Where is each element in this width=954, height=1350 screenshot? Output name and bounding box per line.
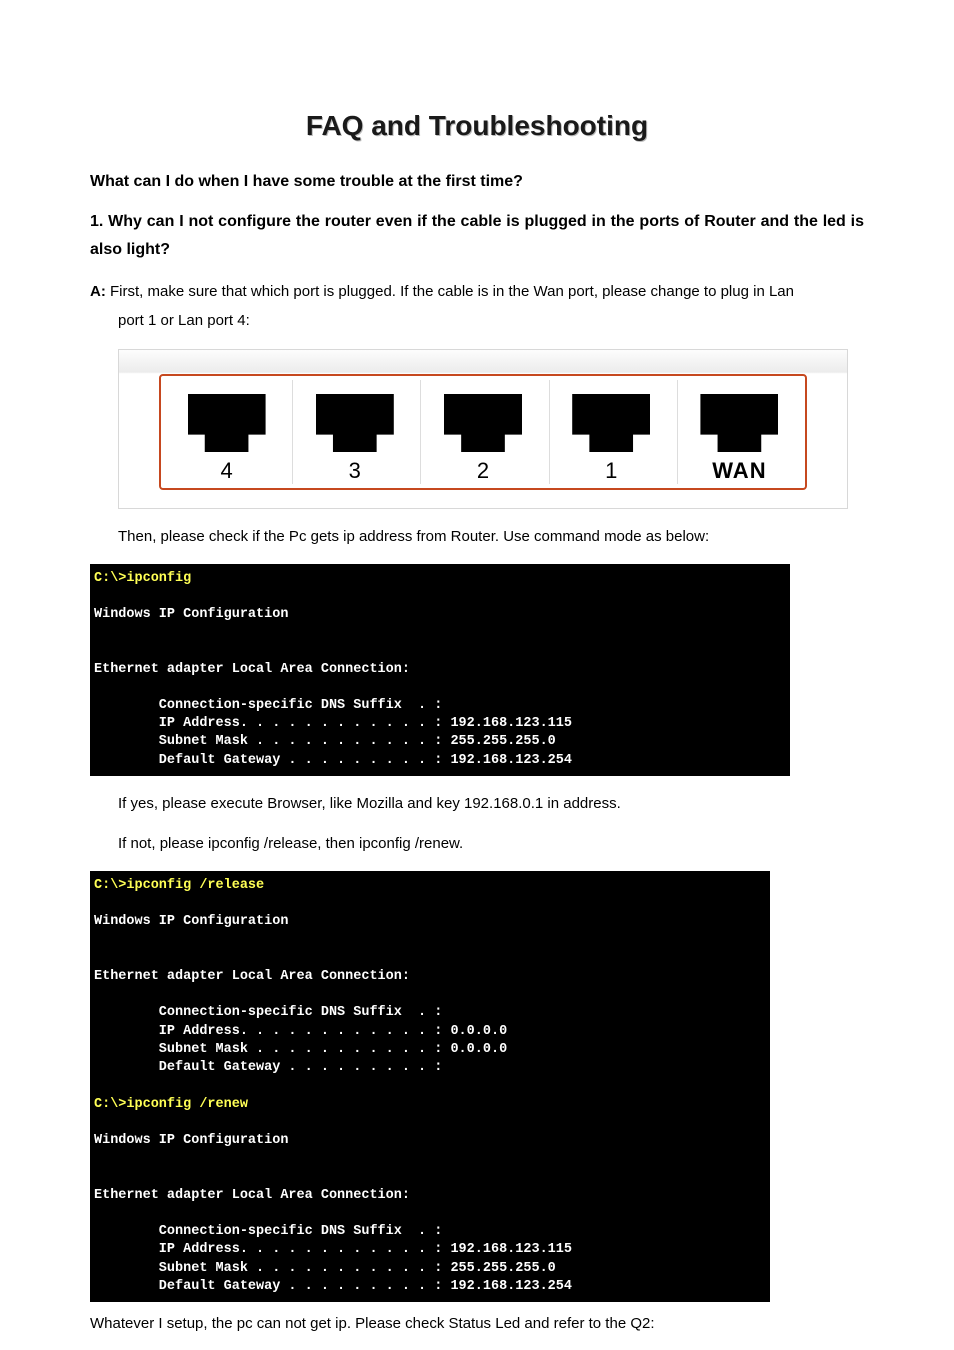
- document-page: FAQ and Troubleshooting What can I do wh…: [0, 0, 954, 1350]
- instruction-then: Then, please check if the Pc gets ip add…: [118, 523, 864, 552]
- term-line: Windows IP Configuration: [94, 1133, 288, 1148]
- terminal-output-2: C:\>ipconfig /release Windows IP Configu…: [90, 871, 770, 1302]
- term-line: Ethernet adapter Local Area Connection:: [94, 1188, 410, 1203]
- lan-port-4: 4: [165, 380, 288, 484]
- term-line: Default Gateway . . . . . . . . . : 192.…: [94, 753, 572, 768]
- port-label: 3: [349, 458, 361, 484]
- section-heading: What can I do when I have some trouble a…: [90, 170, 864, 194]
- term-line: Connection-specific DNS Suffix . :: [94, 1005, 442, 1020]
- answer-label: A:: [90, 283, 106, 300]
- page-number: 79: [0, 1286, 954, 1302]
- ethernet-port-icon: [316, 394, 394, 452]
- ethernet-port-icon: [188, 394, 266, 452]
- port-label: WAN: [712, 458, 766, 484]
- answer-line-2: port 1 or Lan port 4:: [90, 307, 864, 336]
- answer-1: A: First, make sure that which port is p…: [90, 278, 864, 335]
- term-line: C:\>ipconfig /release: [94, 878, 264, 893]
- instruction-whatever: Whatever I setup, the pc can not get ip.…: [90, 1310, 864, 1339]
- router-ports-figure: 4 3 2 1 WAN: [118, 349, 864, 509]
- term-line: Connection-specific DNS Suffix . :: [94, 1224, 442, 1239]
- page-title: FAQ and Troubleshooting: [90, 110, 864, 142]
- instruction-ifnot: If not, please ipconfig /release, then i…: [118, 830, 864, 859]
- term-line: C:\>ipconfig /renew: [94, 1097, 248, 1112]
- term-line: IP Address. . . . . . . . . . . . : 192.…: [94, 716, 572, 731]
- ethernet-port-icon: [444, 394, 522, 452]
- port-label: 1: [605, 458, 617, 484]
- ethernet-port-icon: [700, 394, 778, 452]
- wan-port: WAN: [677, 380, 801, 484]
- lan-port-2: 2: [420, 380, 544, 484]
- router-body: 4 3 2 1 WAN: [118, 349, 848, 509]
- instruction-ifyes: If yes, please execute Browser, like Moz…: [118, 790, 864, 819]
- term-line: IP Address. . . . . . . . . . . . : 192.…: [94, 1242, 572, 1257]
- lan-port-3: 3: [292, 380, 416, 484]
- terminal-output-1: C:\>ipconfig Windows IP Configuration Et…: [90, 564, 790, 776]
- term-line: C:\>ipconfig: [94, 571, 191, 586]
- term-line: Subnet Mask . . . . . . . . . . . : 255.…: [94, 734, 556, 749]
- term-line: Default Gateway . . . . . . . . . :: [94, 1060, 442, 1075]
- port-label: 2: [477, 458, 489, 484]
- term-line: Ethernet adapter Local Area Connection:: [94, 662, 410, 677]
- term-line: Subnet Mask . . . . . . . . . . . : 255.…: [94, 1261, 556, 1276]
- question-1: 1. Why can I not configure the router ev…: [90, 208, 864, 264]
- port-label: 4: [220, 458, 232, 484]
- answer-line-1: First, make sure that which port is plug…: [106, 283, 794, 300]
- term-line: IP Address. . . . . . . . . . . . : 0.0.…: [94, 1024, 507, 1039]
- term-line: Ethernet adapter Local Area Connection:: [94, 969, 410, 984]
- term-line: Windows IP Configuration: [94, 914, 288, 929]
- term-line: Windows IP Configuration: [94, 607, 288, 622]
- lan-port-1: 1: [549, 380, 673, 484]
- ethernet-port-icon: [572, 394, 650, 452]
- term-line: Subnet Mask . . . . . . . . . . . : 0.0.…: [94, 1042, 507, 1057]
- term-line: Connection-specific DNS Suffix . :: [94, 698, 442, 713]
- router-panel: 4 3 2 1 WAN: [159, 374, 807, 490]
